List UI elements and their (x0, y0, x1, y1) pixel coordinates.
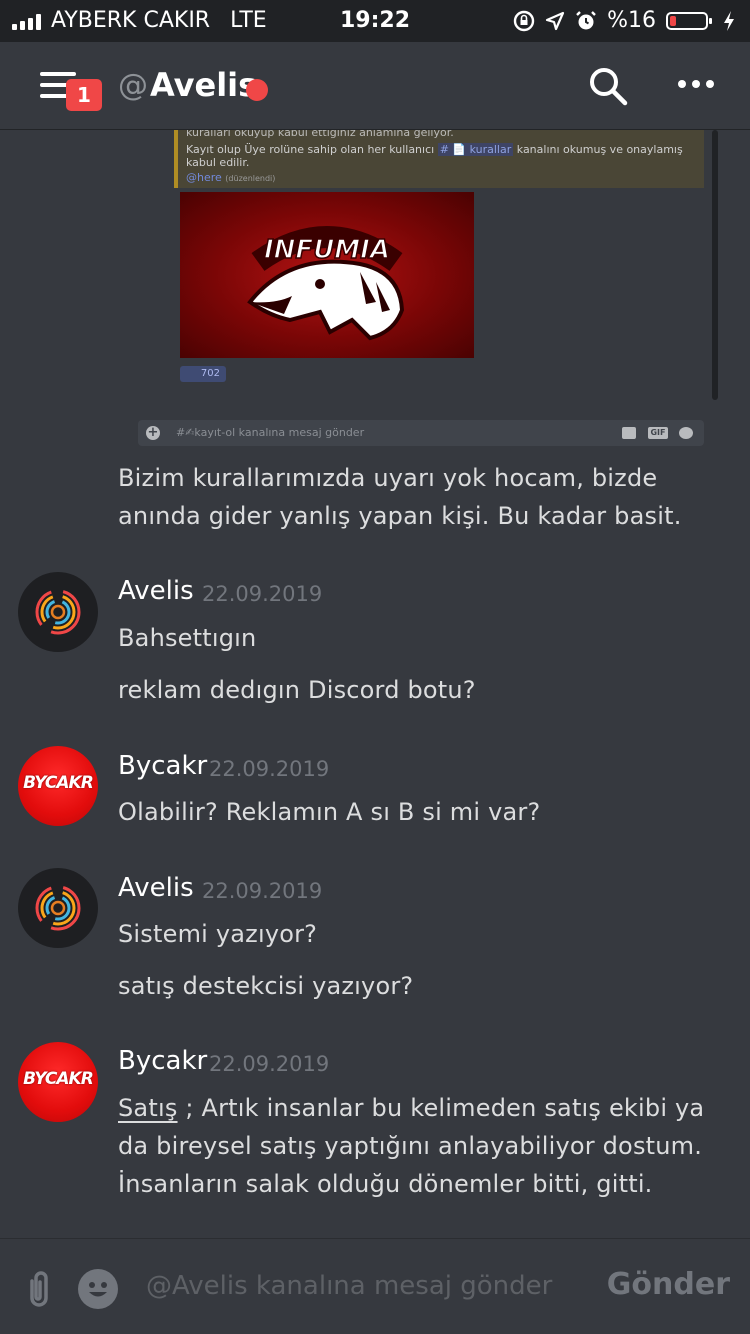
embedded-emoji-icon (679, 427, 693, 439)
embedded-input-placeholder: #✍kayıt-ol kanalına mesaj gönder (176, 426, 365, 439)
avatar-bycakr[interactable]: BYCAKR (18, 746, 98, 826)
message-input-field[interactable]: @Avelis kanalına mesaj gönder (146, 1271, 552, 1301)
message-timestamp: 22.09.2019 (209, 1052, 330, 1076)
embedded-gift-icon (622, 427, 636, 439)
send-button[interactable]: Gönder (607, 1267, 730, 1302)
status-icons: %16 (513, 8, 736, 33)
presence-status-dot (246, 79, 268, 101)
embedded-plus-icon: + (146, 425, 160, 440)
message-body-text: ; Artık insanlar bu kelimeden satış ekib… (118, 1094, 705, 1198)
message-timestamp: 22.09.2019 (202, 582, 323, 606)
underlined-word: Satış (118, 1094, 178, 1122)
message-author[interactable]: Bycakr (118, 751, 207, 781)
embedded-gif-icon: GIF (648, 427, 668, 439)
channel-header: 1 @ Avelis (0, 42, 750, 130)
alarm-icon (576, 10, 596, 29)
emoji-face-icon (89, 1282, 107, 1297)
message-line: Bahsettıgın (118, 624, 257, 652)
reaction-badge[interactable]: 702 (180, 366, 226, 382)
battery-percent: %16 (607, 8, 656, 33)
more-options-icon[interactable] (678, 78, 714, 90)
search-icon[interactable] (588, 66, 628, 106)
message-timestamp: 22.09.2019 (209, 757, 330, 781)
message-timestamp: 22.09.2019 (202, 879, 323, 903)
channel-title[interactable]: Avelis (150, 66, 257, 104)
rules-line-2-pre: Kayıt olup Üye rolüne sahip olan her kul… (186, 143, 435, 156)
location-arrow-icon (545, 11, 565, 30)
rules-channel-mention: # 📄 kurallar (437, 143, 514, 156)
avatar-avelis[interactable] (18, 868, 98, 948)
emoji-icon[interactable] (78, 1269, 118, 1309)
battery-icon (666, 11, 712, 30)
message-author[interactable]: Bycakr (118, 1046, 207, 1076)
avatar-avelis[interactable] (18, 572, 98, 652)
message-input-bar: @Avelis kanalına mesaj gönder Gönder (0, 1238, 750, 1334)
message-line: Olabilir? Reklamın A sı B si mi var? (118, 798, 541, 826)
message-continuation-text: Bizim kurallarımızda uyarı yok hocam, bi… (118, 464, 682, 530)
avatar-text: BYCAKR (23, 773, 94, 793)
avelis-avatar-icon (35, 885, 81, 931)
avatar-bycakr[interactable]: BYCAKR (18, 1042, 98, 1122)
reaction-count: 702 (200, 368, 220, 379)
message-line: satış destekcisi yazıyor? (118, 972, 414, 1000)
message-author[interactable]: Avelis (118, 576, 194, 606)
message-author[interactable]: Avelis (118, 873, 194, 903)
message-line: reklam dedıgın Discord botu? (118, 676, 476, 704)
status-bar: AYBERK CAKIR LTE 19:22 %16 (0, 0, 750, 42)
eagle-logo-icon: INFUMIA (247, 226, 405, 341)
rotation-lock-icon (513, 10, 535, 31)
charging-bolt-icon (724, 10, 734, 31)
paperclip-icon[interactable] (22, 1269, 56, 1309)
rules-embed: kuralları okuyup kabul ettiğiniz anlamın… (174, 130, 704, 188)
notification-badge: 1 (66, 79, 102, 111)
embedded-message-input: + #✍kayıt-ol kanalına mesaj gönder GIF (138, 420, 704, 446)
attached-screenshot-image[interactable]: kuralları okuyup kabul ettiğiniz anlamın… (118, 130, 724, 448)
edited-tag: (düzenlendi) (225, 174, 276, 183)
message-body: Satış ; Artık insanlar bu kelimeden satı… (118, 1089, 718, 1203)
embedded-scrollbar (712, 130, 718, 400)
message-line: Sistemi yazıyor? (118, 920, 318, 948)
server-logo-image: INFUMIA (180, 192, 474, 358)
rules-line-1: kuralları okuyup kabul ettiğiniz anlamın… (186, 130, 454, 139)
dm-at-symbol: @ (118, 68, 148, 103)
avelis-avatar-icon (35, 589, 81, 635)
avatar-text: BYCAKR (23, 1069, 94, 1089)
here-mention: @here (186, 171, 222, 184)
